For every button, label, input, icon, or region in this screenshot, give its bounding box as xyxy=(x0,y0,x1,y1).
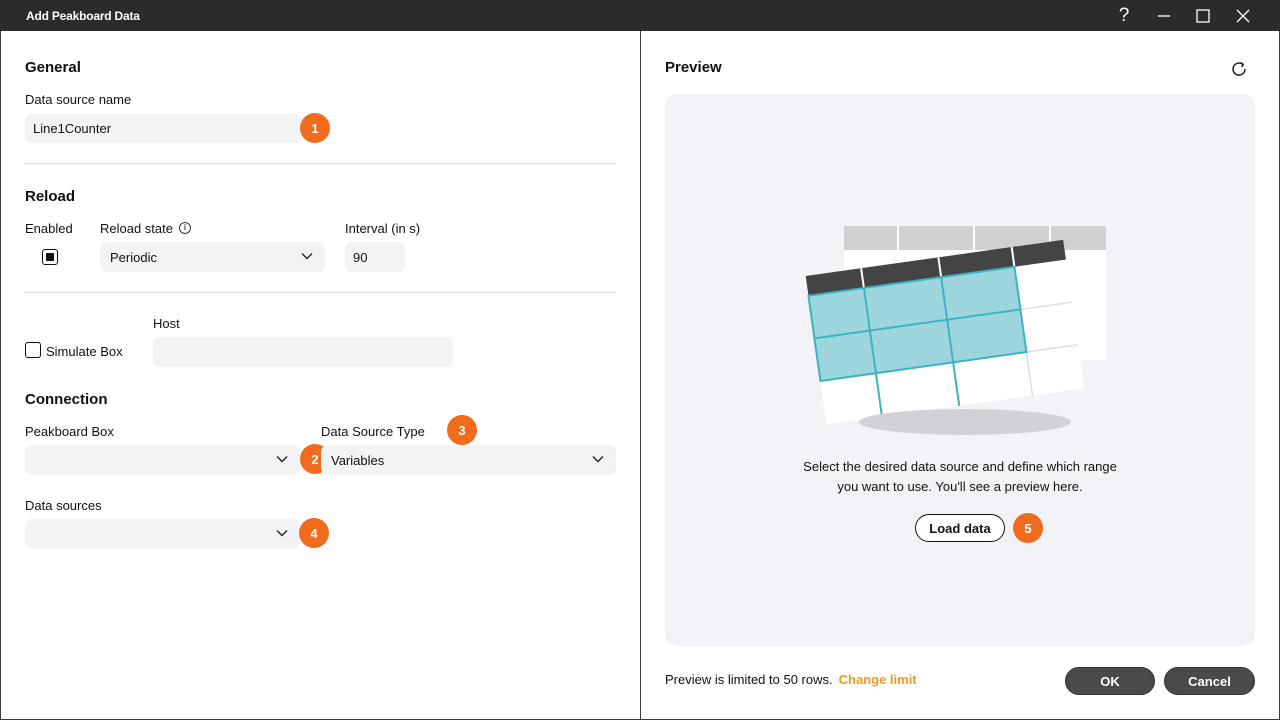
maximize-icon xyxy=(1196,8,1210,23)
minimize-icon xyxy=(1158,14,1170,17)
enabled-checkbox[interactable] xyxy=(42,249,58,265)
chevron-down-icon xyxy=(276,530,288,537)
data-source-name-value: Line1Counter xyxy=(33,121,112,136)
window-title: Add Peakboard Data xyxy=(26,9,140,23)
change-limit-link[interactable]: Change limit xyxy=(839,672,917,687)
refresh-button[interactable] xyxy=(1229,59,1249,79)
reload-state-select[interactable]: Periodic xyxy=(100,242,325,272)
step-badge-3: 3 xyxy=(447,415,477,445)
help-button[interactable]: ? xyxy=(1104,0,1144,31)
preview-message: Select the desired data source and defin… xyxy=(760,457,1160,497)
minimize-button[interactable] xyxy=(1144,0,1184,31)
divider-reload xyxy=(25,292,616,293)
cancel-button[interactable]: Cancel xyxy=(1164,667,1255,695)
simulate-box-label[interactable]: Simulate Box xyxy=(46,344,123,359)
close-icon xyxy=(1236,9,1250,22)
table-illustration-icon xyxy=(805,226,1106,435)
simulate-box-checkbox[interactable] xyxy=(25,342,41,358)
chevron-down-icon xyxy=(592,456,604,463)
preview-title: Preview xyxy=(665,59,722,76)
data-sources-select[interactable] xyxy=(25,519,300,549)
refresh-icon xyxy=(1232,61,1246,76)
interval-input[interactable]: 90 xyxy=(345,242,405,272)
chevron-down-icon xyxy=(301,253,313,260)
preview-limit-label: Preview is limited to 50 rows. xyxy=(665,672,833,687)
info-icon[interactable]: i xyxy=(179,222,191,234)
preview-message-line-1: Select the desired data source and defin… xyxy=(803,459,1117,474)
host-label: Host xyxy=(153,316,180,331)
load-data-button[interactable]: Load data xyxy=(915,514,1005,542)
data-sources-label: Data sources xyxy=(25,498,102,513)
help-icon: ? xyxy=(1118,5,1130,26)
host-input[interactable] xyxy=(153,337,453,367)
connection-section-title: Connection xyxy=(25,391,108,408)
reload-section-title: Reload xyxy=(25,188,76,205)
data-source-type-label: Data Source Type xyxy=(321,424,425,439)
step-badge-5: 5 xyxy=(1013,513,1043,543)
divider-general xyxy=(25,163,616,164)
data-source-type-value: Variables xyxy=(331,452,385,468)
peakboard-box-select[interactable] xyxy=(25,445,300,475)
chevron-down-icon xyxy=(276,456,288,463)
general-section-title: General xyxy=(25,59,81,76)
title-bar: Add Peakboard Data ? xyxy=(0,0,1280,31)
enabled-label: Enabled xyxy=(25,221,73,236)
step-badge-4: 4 xyxy=(299,518,329,548)
preview-limit-text: Preview is limited to 50 rows. Change lim… xyxy=(665,672,917,687)
close-button[interactable] xyxy=(1223,0,1263,31)
reload-state-label: Reload state xyxy=(100,221,173,236)
reload-state-value: Periodic xyxy=(110,249,157,265)
ok-button[interactable]: OK xyxy=(1065,667,1155,695)
data-source-name-input[interactable]: Line1Counter xyxy=(25,114,301,143)
data-source-type-select[interactable]: Variables xyxy=(321,445,616,475)
interval-value: 90 xyxy=(353,249,368,265)
panel-divider xyxy=(640,31,641,720)
step-badge-1: 1 xyxy=(300,113,330,143)
peakboard-box-label: Peakboard Box xyxy=(25,424,114,439)
preview-message-line-2: you want to use. You'll see a preview he… xyxy=(837,479,1083,494)
data-source-name-label: Data source name xyxy=(25,92,132,107)
maximize-button[interactable] xyxy=(1183,0,1223,31)
interval-label: Interval (in s) xyxy=(345,221,421,236)
